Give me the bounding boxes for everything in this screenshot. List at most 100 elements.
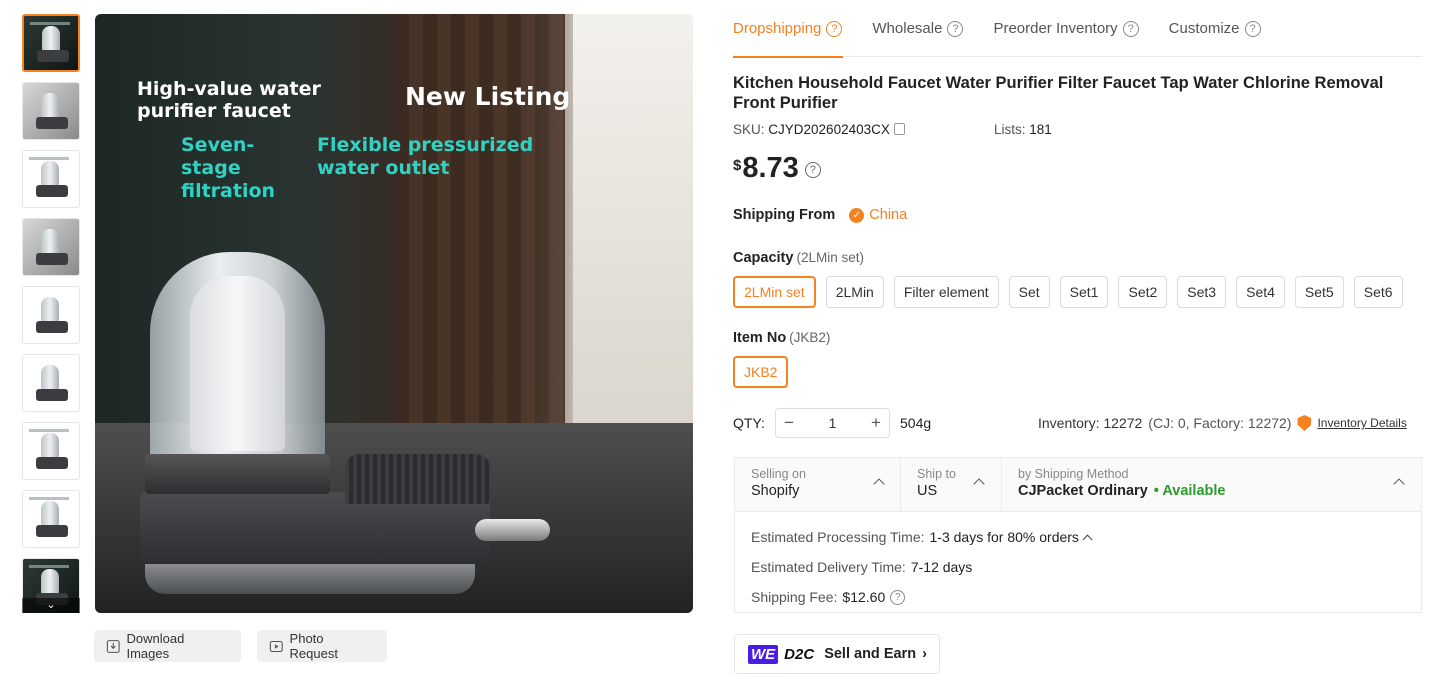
tab-customize[interactable]: Customize? (1169, 0, 1291, 57)
purifier-ring (145, 454, 330, 494)
shipping-fee-label: Shipping Fee: (751, 589, 838, 605)
shipping-fee-value: $12.60 (842, 589, 886, 605)
sku-value: CJYD202602403CX (768, 122, 890, 137)
shipping-panel: Selling on Shopify Ship to US by Shippin… (734, 457, 1422, 613)
chevron-right-icon: › (922, 646, 927, 662)
inventory-total: Inventory: 12272 (1038, 415, 1143, 431)
copy-icon[interactable] (893, 123, 905, 135)
thumbnail-2[interactable] (22, 82, 80, 140)
selling-on-selector[interactable]: Selling on Shopify (735, 458, 901, 511)
price-currency: $ (733, 157, 742, 174)
shipping-from: Shipping From ✓ China (733, 207, 907, 223)
image-overlay-badge: New Listing (405, 82, 571, 111)
inventory-breakdown: (CJ: 0, Factory: 12272) (1148, 415, 1292, 431)
check-icon: ✓ (849, 207, 865, 223)
capacity-option[interactable]: 2LMin (825, 276, 884, 308)
chevron-up-icon[interactable] (1082, 534, 1093, 544)
help-icon[interactable]: ? (1122, 20, 1139, 37)
capacity-label: Capacity (2LMin set) (733, 250, 864, 266)
qty-input[interactable]: 1 (829, 415, 837, 431)
thumbnail-3[interactable] (22, 150, 80, 208)
purifier-foot (145, 564, 475, 594)
shipping-method-label: by Shipping Method (1018, 467, 1129, 481)
thumbnail-4[interactable] (22, 218, 80, 276)
shipping-from-option[interactable]: ✓ China (849, 207, 907, 223)
item-no-selected: (JKB2) (789, 330, 831, 345)
d2c-sell-and-earn-button[interactable]: WE D2C Sell and Earn › (734, 634, 940, 674)
availability-status: • Available (1153, 483, 1226, 499)
shipping-details: Estimated Processing Time: 1-3 days for … (735, 512, 1421, 622)
ship-to-selector[interactable]: Ship to US (901, 458, 1002, 511)
photo-request-button[interactable]: Photo Request (257, 630, 387, 662)
help-icon[interactable]: ? (890, 589, 906, 605)
thumbnail-strip (22, 14, 82, 613)
inventory-info: Inventory: 12272 (CJ: 0, Factory: 12272)… (1038, 415, 1407, 431)
tab-dropshipping[interactable]: Dropshipping? (733, 0, 872, 58)
tab-label: Customize (1168, 20, 1240, 37)
qty-plus-button[interactable]: + (871, 413, 881, 433)
product-weight: 504g (900, 415, 932, 431)
processing-time-value: 1-3 days for 80% orders (929, 529, 1079, 545)
shipping-fee-row: Shipping Fee: $12.60 ? (751, 582, 1405, 612)
ship-to-value: US (917, 483, 938, 499)
photo-request-label: Photo Request (289, 631, 338, 661)
capacity-option[interactable]: 2LMin set (733, 276, 816, 308)
download-images-label: Download Images (126, 631, 185, 661)
tab-preorder-inventory[interactable]: Preorder Inventory? (993, 0, 1168, 57)
product-title: Kitchen Household Faucet Water Purifier … (733, 74, 1384, 112)
item-no-option[interactable]: JKB2 (733, 356, 789, 388)
thumbnail-7[interactable] (22, 422, 80, 480)
tab-wholesale[interactable]: Wholesale? (872, 0, 993, 57)
delivery-time-value: 7-12 days (910, 559, 973, 575)
shipping-method-line: CJPacket Ordinary • Available (1018, 483, 1421, 499)
inventory-details-link[interactable]: Inventory Details (1317, 416, 1406, 430)
price-value: 8.73 (742, 152, 799, 184)
item-no-label: Item No (JKB2) (733, 330, 830, 346)
image-background-curtain (395, 14, 565, 434)
qty-label: QTY: (733, 415, 765, 431)
processing-time-label: Estimated Processing Time: (751, 529, 925, 545)
image-overlay-feature2: Flexible pressurized water outlet (317, 134, 534, 179)
qty-minus-button[interactable]: − (784, 413, 794, 433)
capacity-option[interactable]: Filter element (893, 276, 999, 308)
image-overlay-title: High-value water purifier faucet (137, 78, 321, 122)
lists-value: 181 (1029, 122, 1052, 137)
tab-label: Wholesale (872, 20, 943, 37)
help-icon[interactable]: ? (826, 20, 843, 37)
processing-time-row: Estimated Processing Time: 1-3 days for … (751, 522, 1405, 552)
product-price: $ 8.73 ? (733, 152, 821, 185)
capacity-option[interactable]: Set4 (1236, 276, 1285, 308)
price-help-icon[interactable]: ? (804, 162, 821, 178)
capacity-option[interactable]: Set2 (1118, 276, 1168, 308)
thumbnail-scroll-down-icon[interactable]: ⌄ (22, 598, 80, 613)
help-icon[interactable]: ? (947, 20, 964, 37)
purifier-filter (190, 276, 285, 451)
purifier-knob (345, 454, 490, 504)
lists-label: Lists: (994, 122, 1026, 137)
capacity-option[interactable]: Set3 (1177, 276, 1227, 308)
shipping-panel-header: Selling on Shopify Ship to US by Shippin… (735, 458, 1421, 512)
photo-request-icon (269, 640, 283, 652)
quantity-stepper: − 1 + (775, 408, 890, 438)
capacity-option[interactable]: Set5 (1294, 276, 1344, 308)
purifier-lever (475, 519, 550, 541)
thumbnail-5[interactable] (22, 286, 80, 344)
thumbnail-1[interactable] (22, 14, 80, 72)
thumbnail-6[interactable] (22, 354, 80, 412)
download-image-icon (106, 639, 120, 653)
shipping-method-selector[interactable]: by Shipping Method CJPacket Ordinary • Av… (1002, 458, 1421, 511)
item-no-options: JKB2 (733, 356, 789, 388)
capacity-options: 2LMin set 2LMin Filter element Set Set1 … (733, 276, 1403, 308)
sell-and-earn-label: Sell and Earn (824, 646, 917, 662)
capacity-option[interactable]: Set6 (1353, 276, 1403, 308)
capacity-option[interactable]: Set (1008, 276, 1050, 308)
thumbnail-8[interactable] (22, 490, 80, 548)
delivery-time-label: Estimated Delivery Time: (751, 559, 906, 575)
shipping-from-label: Shipping From (733, 207, 836, 223)
lists-count: Lists: 181 (994, 122, 1052, 137)
capacity-option[interactable]: Set1 (1059, 276, 1109, 308)
shipping-method-value: CJPacket Ordinary (1018, 483, 1148, 499)
help-icon[interactable]: ? (1244, 20, 1261, 37)
download-images-button[interactable]: Download Images (94, 630, 241, 662)
capacity-selected: (2LMin set) (796, 250, 864, 265)
